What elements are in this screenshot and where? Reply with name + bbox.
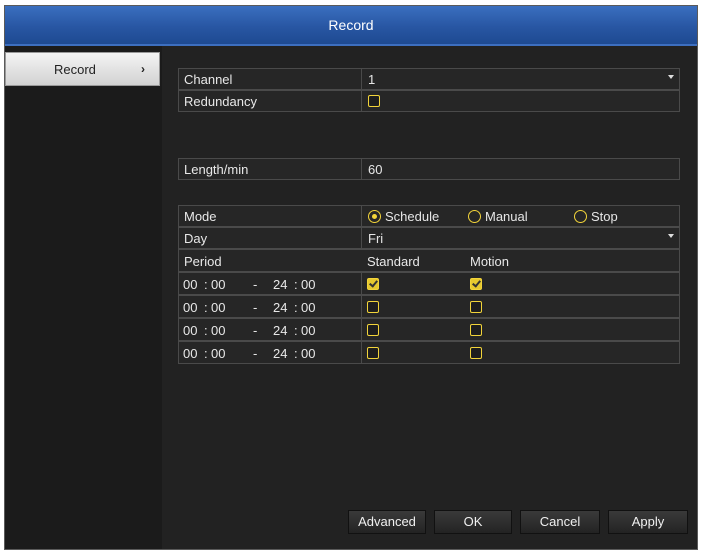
start-minute-field[interactable]: 00 (211, 323, 225, 338)
day-select[interactable]: Fri (361, 228, 679, 248)
channel-select[interactable]: 1 (361, 69, 679, 89)
motion-checkbox[interactable] (470, 278, 482, 290)
end-minute-field[interactable]: 00 (301, 346, 315, 361)
end-minute-field[interactable]: 00 (301, 300, 315, 315)
length-label: Length/min (184, 162, 249, 177)
period-row: 00 : 00 - 24 : 00 (178, 341, 680, 364)
sidebar-item-record[interactable]: Record › (5, 52, 160, 86)
advanced-button[interactable]: Advanced (348, 510, 426, 534)
length-row: Length/min 60 (178, 158, 680, 180)
settings-panel: Channel 1 Redundancy Length/min 60 Mode (162, 46, 697, 549)
start-minute-field[interactable]: 00 (211, 300, 225, 315)
radio-icon (468, 210, 481, 223)
start-hour-field[interactable]: 00 (183, 300, 197, 315)
sidebar-item-label: Record (54, 62, 96, 77)
channel-label: Channel (184, 72, 233, 87)
standard-checkbox[interactable] (367, 278, 379, 290)
standard-checkbox[interactable] (367, 324, 379, 336)
motion-checkbox[interactable] (470, 347, 482, 359)
start-hour-field[interactable]: 00 (183, 346, 197, 361)
dropdown-arrow-icon (668, 234, 674, 238)
period-row: 00 : 00 - 24 : 00 (178, 295, 680, 318)
channel-value: 1 (368, 72, 376, 87)
period-row: 00 : 00 - 24 : 00 (178, 272, 680, 295)
time-separator: - (253, 323, 258, 338)
standard-column-header: Standard (367, 254, 420, 269)
redundancy-row: Redundancy (178, 90, 680, 112)
time-separator: - (253, 346, 258, 361)
length-value: 60 (368, 162, 383, 177)
window-title: Record (5, 6, 697, 46)
dropdown-arrow-icon (668, 75, 674, 79)
record-dialog: Record Record › Channel 1 Redundancy Len… (4, 5, 698, 550)
mode-label: Mode (184, 209, 217, 224)
start-hour-field[interactable]: 00 (183, 277, 197, 292)
end-hour-field[interactable]: 24 (273, 300, 287, 315)
time-separator: - (253, 300, 258, 315)
day-label: Day (184, 231, 208, 246)
length-input[interactable]: 60 (361, 159, 679, 179)
sidebar: Record › (5, 46, 162, 549)
cancel-button[interactable]: Cancel (520, 510, 600, 534)
motion-column-header: Motion (470, 254, 510, 269)
start-minute-field[interactable]: 00 (211, 346, 225, 361)
chevron-right-icon: › (141, 62, 145, 76)
end-minute-field[interactable]: 00 (301, 277, 315, 292)
end-hour-field[interactable]: 24 (273, 277, 287, 292)
end-minute-field[interactable]: 00 (301, 323, 315, 338)
end-hour-field[interactable]: 24 (273, 346, 287, 361)
standard-checkbox[interactable] (367, 301, 379, 313)
apply-button[interactable]: Apply (608, 510, 688, 534)
start-hour-field[interactable]: 00 (183, 323, 197, 338)
time-separator: - (253, 277, 258, 292)
standard-checkbox[interactable] (367, 347, 379, 359)
end-hour-field[interactable]: 24 (273, 323, 287, 338)
mode-row: Mode Schedule Manual Stop (178, 205, 680, 227)
start-minute-field[interactable]: 00 (211, 277, 225, 292)
redundancy-label: Redundancy (184, 94, 257, 109)
day-value: Fri (368, 231, 384, 246)
period-row: 00 : 00 - 24 : 00 (178, 318, 680, 341)
channel-row: Channel 1 (178, 68, 680, 90)
radio-icon (574, 210, 587, 223)
redundancy-checkbox[interactable] (368, 95, 380, 107)
period-header-row: Period Standard Motion (178, 249, 680, 272)
period-label: Period (184, 254, 222, 269)
day-row: Day Fri (178, 227, 680, 249)
motion-checkbox[interactable] (470, 301, 482, 313)
ok-button[interactable]: OK (434, 510, 512, 534)
motion-checkbox[interactable] (470, 324, 482, 336)
radio-selected-icon (368, 210, 381, 223)
